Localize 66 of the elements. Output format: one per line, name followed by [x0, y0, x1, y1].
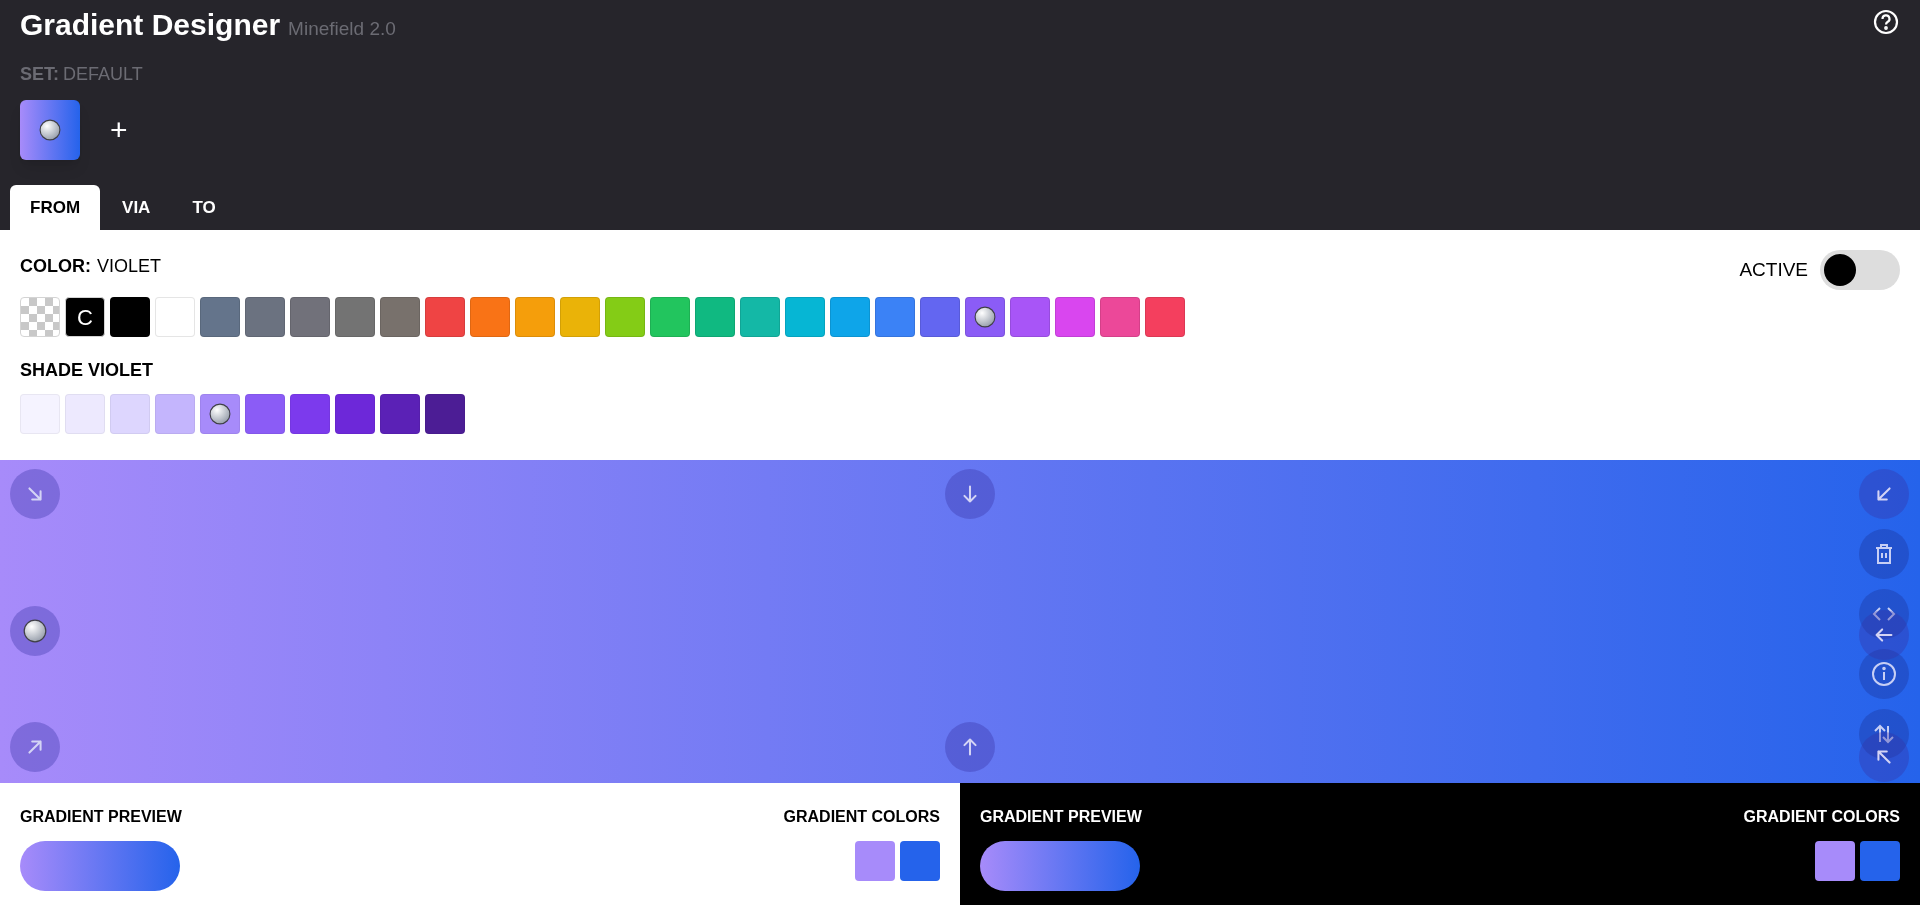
color-swatch[interactable]: [245, 297, 285, 337]
color-swatch[interactable]: [740, 297, 780, 337]
tab[interactable]: VIA: [102, 185, 171, 230]
tab[interactable]: TO: [172, 185, 236, 230]
selected-marker-icon: [39, 119, 61, 141]
selected-marker-icon: [23, 619, 47, 643]
selected-marker-icon: [974, 306, 996, 328]
shade-swatch[interactable]: [290, 394, 330, 434]
color-swatch[interactable]: [1145, 297, 1185, 337]
direction-button[interactable]: [1859, 732, 1909, 782]
color-swatch[interactable]: [155, 297, 195, 337]
shade-swatch[interactable]: [425, 394, 465, 434]
color-swatch[interactable]: [200, 297, 240, 337]
shade-swatch[interactable]: [155, 394, 195, 434]
set-name: DEFAULT: [63, 63, 143, 86]
set-label: SET:: [20, 63, 59, 86]
color-swatch[interactable]: [470, 297, 510, 337]
color-swatch[interactable]: [515, 297, 555, 337]
shade-swatch[interactable]: [20, 394, 60, 434]
color-swatch[interactable]: [830, 297, 870, 337]
color-swatch[interactable]: [110, 297, 150, 337]
color-label: COLOR:: [20, 255, 91, 278]
toggle-label: ACTIVE: [1739, 257, 1808, 282]
app-title: Gradient Designer: [20, 7, 281, 43]
direction-button[interactable]: [10, 606, 60, 656]
color-swatch[interactable]: [785, 297, 825, 337]
direction-button[interactable]: [945, 722, 995, 772]
color-swatch[interactable]: [425, 297, 465, 337]
tab[interactable]: FROM: [10, 185, 101, 230]
color-swatch[interactable]: [920, 297, 960, 337]
gradient-set[interactable]: [20, 100, 80, 160]
shade-swatch[interactable]: [65, 394, 105, 434]
app-version: Minefield 2.0: [288, 17, 396, 41]
color-swatch[interactable]: [1010, 297, 1050, 337]
preview-label: GRADIENT PREVIEW: [20, 807, 182, 827]
color-swatch[interactable]: [605, 297, 645, 337]
colors-label: GRADIENT COLORS: [1743, 807, 1900, 827]
selected-marker-icon: [209, 403, 231, 425]
color-swatch[interactable]: [560, 297, 600, 337]
color-swatch[interactable]: [1100, 297, 1140, 337]
color-swatch[interactable]: [965, 297, 1005, 337]
color-swatch[interactable]: [695, 297, 735, 337]
current-color-swatch[interactable]: C: [65, 297, 105, 337]
shade-swatch[interactable]: [110, 394, 150, 434]
active-toggle[interactable]: [1820, 250, 1900, 290]
color-name: VIOLET: [97, 255, 162, 278]
direction-button[interactable]: [1859, 610, 1909, 660]
shade-swatch[interactable]: [335, 394, 375, 434]
color-swatch[interactable]: [650, 297, 690, 337]
info-icon: [1870, 660, 1898, 688]
shade-swatch[interactable]: [200, 394, 240, 434]
colors-label: GRADIENT COLORS: [783, 807, 940, 827]
color-swatch[interactable]: [335, 297, 375, 337]
add-set-button[interactable]: +: [110, 115, 128, 145]
shade-swatch[interactable]: [245, 394, 285, 434]
preview-label: GRADIENT PREVIEW: [980, 807, 1142, 827]
color-swatch[interactable]: [875, 297, 915, 337]
shade-swatch[interactable]: [380, 394, 420, 434]
direction-button[interactable]: [945, 469, 995, 519]
color-swatch[interactable]: [290, 297, 330, 337]
transparent-swatch[interactable]: [20, 297, 60, 337]
color-swatch[interactable]: [1055, 297, 1095, 337]
delete-button[interactable]: [1859, 529, 1909, 579]
help-icon[interactable]: [1872, 8, 1900, 36]
shade-label: SHADE VIOLET: [20, 359, 154, 382]
color-swatch[interactable]: [380, 297, 420, 337]
